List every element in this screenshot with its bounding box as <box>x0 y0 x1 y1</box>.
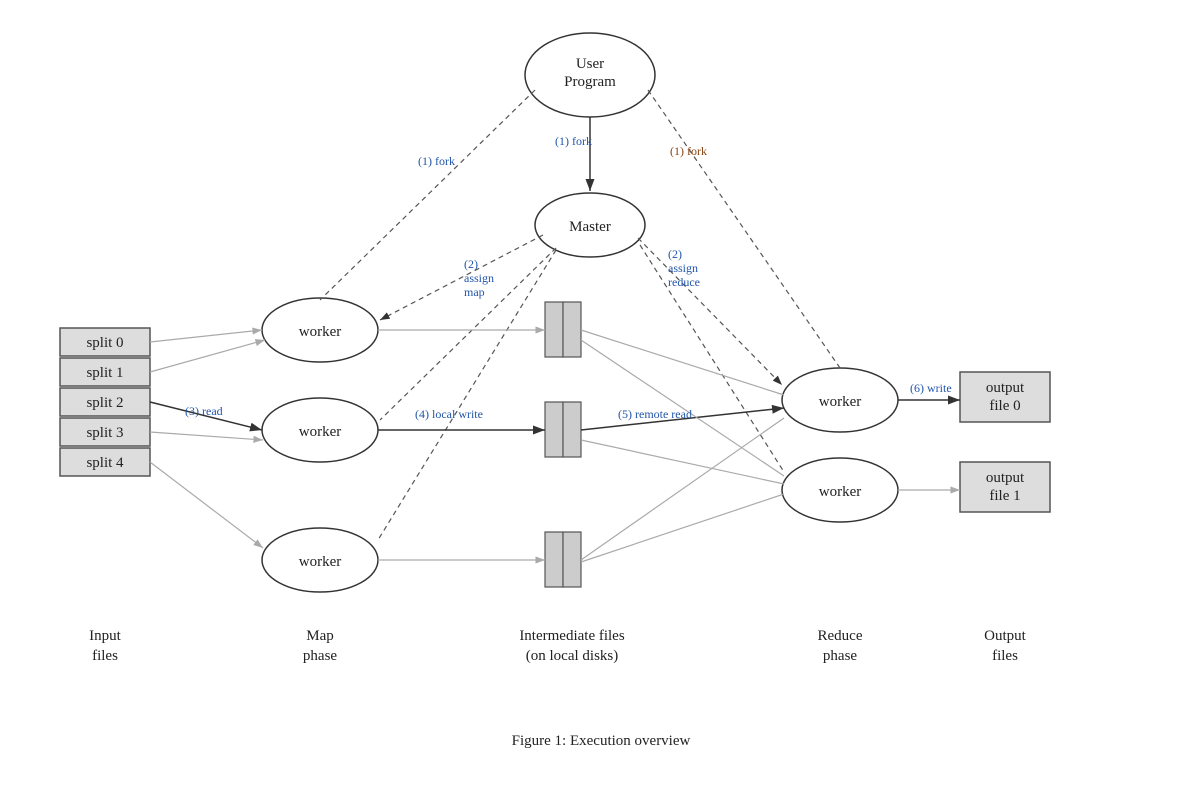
output-file-1-line2: file 1 <box>989 488 1020 504</box>
intermediate-files-label1: Intermediate files <box>519 628 625 644</box>
assign-reduce-label2: assign <box>668 261 698 275</box>
buffer-mid-left <box>545 402 563 457</box>
master-label: Master <box>569 219 611 235</box>
master-to-worker-top-arrow <box>380 235 543 320</box>
buffer-bot-left <box>545 532 563 587</box>
split-3-label: split 3 <box>86 425 123 441</box>
split-2-label: split 2 <box>86 395 123 411</box>
buffer-top-right <box>563 302 581 357</box>
buf-mid-to-reduce-bot <box>581 440 784 484</box>
buffer-bot-right <box>563 532 581 587</box>
fork-to-reduce-top-line <box>648 90 840 368</box>
intermediate-files-label2: (on local disks) <box>526 648 618 664</box>
split1-to-worker-top <box>150 340 265 372</box>
input-files-label2: files <box>92 648 118 664</box>
reduce-phase-label1: Reduce <box>818 628 863 644</box>
buf-bot-to-reduce-bot <box>581 494 784 562</box>
remote-read-label: (5) remote read <box>618 407 692 421</box>
diagram-container: split 0 split 1 split 2 split 3 split 4 … <box>0 0 1203 791</box>
split4-to-worker-bot <box>150 462 263 548</box>
worker-top-label: worker <box>299 324 341 340</box>
output-file-0-line1: output <box>986 380 1025 396</box>
worker-bot-label: worker <box>299 554 341 570</box>
buffer-mid-right <box>563 402 581 457</box>
split-1-label: split 1 <box>86 365 123 381</box>
buffer-top-left <box>545 302 563 357</box>
fork1-label: (1) fork <box>418 154 455 168</box>
user-program-label: User <box>576 56 604 72</box>
output-files-label2: files <box>992 648 1018 664</box>
split0-to-worker-top <box>150 330 262 342</box>
assign-map-label2: assign <box>464 271 494 285</box>
figure-caption: Figure 1: Execution overview <box>512 733 691 749</box>
reduce-phase-label2: phase <box>823 648 857 664</box>
fork-to-worker-top-line <box>320 90 535 300</box>
buf-top-to-reduce-top <box>581 330 784 395</box>
reduce-worker-bot-label: worker <box>819 484 861 500</box>
output-files-label1: Output <box>984 628 1027 644</box>
map-phase-label2: phase <box>303 648 337 664</box>
reduce-worker-top-label: worker <box>819 394 861 410</box>
read-label: (3) read <box>185 404 223 418</box>
assign-map-label: (2) <box>464 257 478 271</box>
worker-mid-label: worker <box>299 424 341 440</box>
assign-reduce-label: (2) <box>668 247 682 261</box>
user-program-label2: Program <box>564 74 616 90</box>
fork2-label: (1) fork <box>555 134 592 148</box>
split-0-label: split 0 <box>86 335 123 351</box>
master-to-reduce-bot-line <box>640 245 784 472</box>
map-phase-label1: Map <box>306 628 334 644</box>
buf-bot-to-reduce-top <box>581 418 784 560</box>
assign-reduce-label3: reduce <box>668 275 700 289</box>
input-files-label1: Input <box>89 628 121 644</box>
split3-to-worker-mid <box>150 432 263 440</box>
master-to-reduce-top-arrow <box>638 238 782 385</box>
split-4-label: split 4 <box>86 455 124 471</box>
output-file-0-line2: file 0 <box>989 398 1020 414</box>
local-write-label: (4) local write <box>415 407 483 421</box>
write-label: (6) write <box>910 381 952 395</box>
assign-map-label3: map <box>464 285 485 299</box>
fork3-label: (1) fork <box>670 144 707 158</box>
output-file-1-line1: output <box>986 470 1025 486</box>
